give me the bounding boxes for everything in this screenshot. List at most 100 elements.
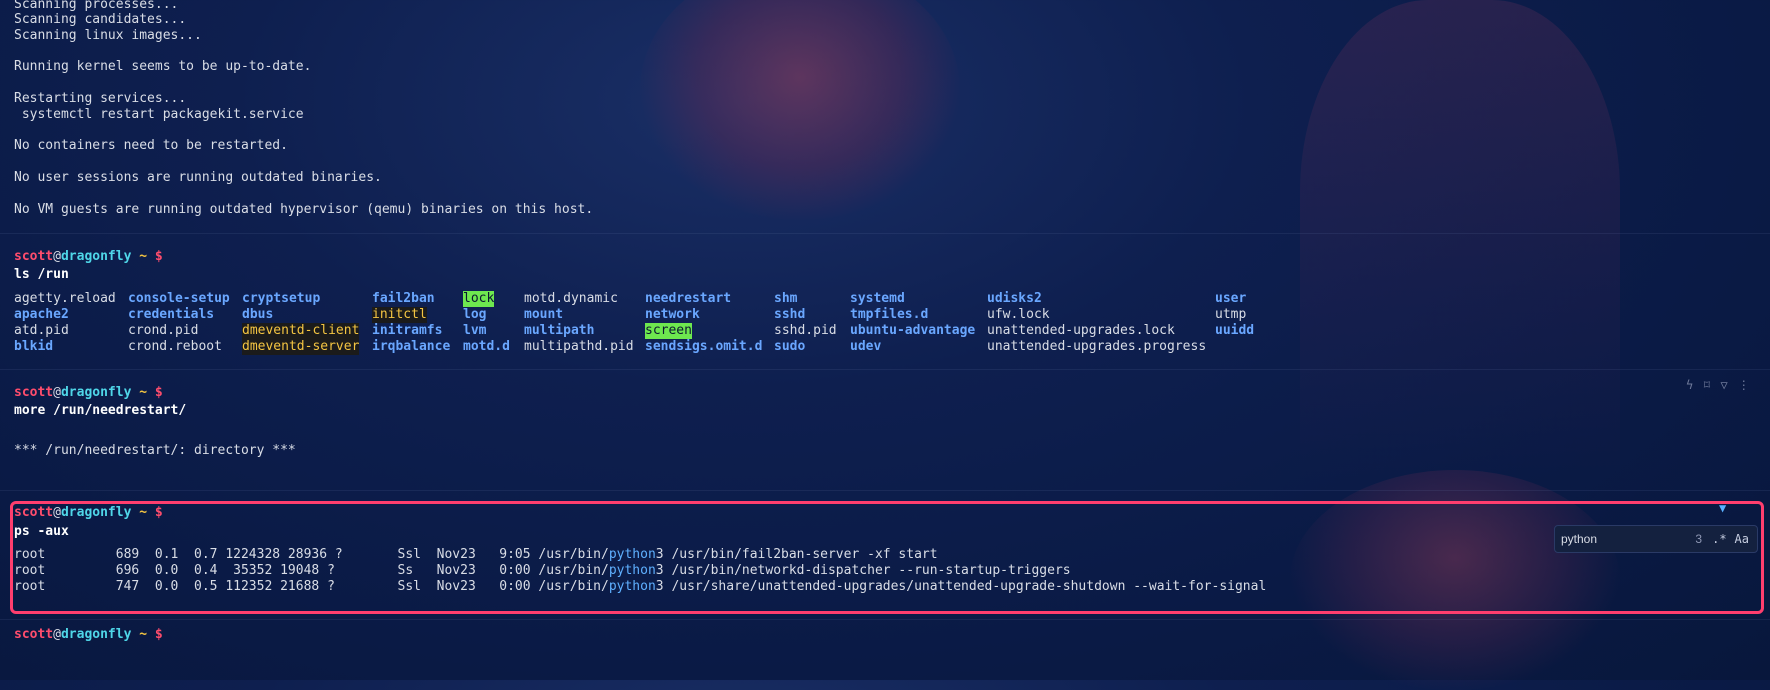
prompt-host: dragonfly (60, 249, 132, 264)
ls-entry: udisks2 (987, 291, 1042, 306)
ls-entry: uuidd (1215, 323, 1255, 338)
regex-toggle[interactable]: .* (1712, 532, 1726, 546)
ls-entry: motd.dynamic (524, 291, 618, 306)
prompt-user: scott (14, 627, 54, 642)
process-row: root 689 0.1 0.7 1224328 28936 ? Ssl Nov… (14, 547, 938, 563)
prompt-host: dragonfly (60, 505, 132, 520)
bolt-icon[interactable]: ϟ (1686, 378, 1693, 392)
block-separator (0, 233, 1770, 234)
output-line: Scanning linux images... (14, 28, 202, 43)
filter-icon[interactable]: ▽ (1720, 378, 1727, 392)
ls-entry: console-setup (128, 291, 230, 306)
prompt-host: dragonfly (60, 627, 132, 642)
search-match: python (608, 547, 656, 562)
output-line: Running kernel seems to be up-to-date. (14, 59, 312, 74)
ls-entry: crond.reboot (128, 339, 222, 354)
ls-entry: lvm (463, 323, 487, 338)
prompt-cwd: ~ (139, 385, 148, 400)
block-find-bar[interactable]: python 3 .* Aa (1554, 525, 1758, 553)
search-match: python (608, 563, 656, 578)
prompt-at: @ (53, 627, 61, 642)
process-info: root 747 0.0 0.5 112352 21688 ? Ssl Nov2… (14, 579, 609, 594)
prompt-symbol: $ (154, 627, 163, 642)
ls-entry: motd.d (463, 339, 510, 354)
find-input[interactable]: python (1555, 532, 1695, 546)
ls-entry: needrestart (645, 291, 732, 306)
ls-entry: dbus (242, 307, 274, 322)
block-separator (0, 369, 1770, 370)
output-line: No containers need to be restarted. (14, 138, 288, 153)
ls-entry: fail2ban (372, 291, 435, 306)
ls-entry: multipathd.pid (524, 339, 634, 354)
ls-entry: apache2 (14, 307, 69, 322)
ls-entry: unattended-upgrades.lock (987, 323, 1175, 338)
ls-entry: tmpfiles.d (850, 307, 929, 322)
output-line: Scanning candidates... (14, 12, 187, 27)
block-separator (0, 490, 1770, 491)
prompt-user: scott (14, 249, 54, 264)
ls-entry: crond.pid (128, 323, 199, 338)
prompt-host: dragonfly (60, 385, 132, 400)
prompt-cwd: ~ (139, 505, 148, 520)
process-row: root 747 0.0 0.5 112352 21688 ? Ssl Nov2… (14, 579, 1266, 595)
ls-entry: initctl (372, 307, 427, 323)
match-count: 3 (1695, 532, 1703, 546)
ls-entry: dmeventd-client (242, 323, 360, 339)
prompt-at: @ (53, 505, 61, 520)
ls-entry: lock (463, 291, 495, 307)
ls-entry: mount (524, 307, 564, 322)
command-text: more /run/needrestart/ (14, 403, 187, 418)
command-text: ls /run (14, 267, 69, 282)
output-line: systemctl restart packagekit.service (14, 107, 304, 122)
ls-entry: user (1215, 291, 1247, 306)
output-line: No user sessions are running outdated bi… (14, 170, 382, 185)
ls-entry: agetty.reload (14, 291, 116, 306)
output-line: Restarting services... (14, 91, 187, 106)
block-actions: ϟ ⌑ ▽ ⋮ (1676, 378, 1750, 392)
ls-entry: irqbalance (372, 339, 451, 354)
ls-entry: network (645, 307, 700, 322)
output-line: *** /run/needrestart/: directory *** (14, 443, 296, 458)
case-sensitive-toggle[interactable]: Aa (1735, 532, 1749, 546)
ls-entry: unattended-upgrades.progress (987, 339, 1207, 354)
output-line: No VM guests are running outdated hyperv… (14, 202, 594, 217)
process-args: 3 /usr/bin/fail2ban-server -xf start (655, 547, 938, 562)
prompt-user: scott (14, 385, 54, 400)
prompt: scott@dragonfly ~ $ (14, 385, 163, 401)
prompt-cwd: ~ (139, 627, 148, 642)
ls-entry: atd.pid (14, 323, 69, 338)
ls-entry: utmp (1215, 307, 1247, 322)
ls-entry: udev (850, 339, 882, 354)
ls-entry: credentials (128, 307, 215, 322)
prompt-at: @ (53, 385, 61, 400)
filter-icon[interactable]: ▼ (1719, 501, 1726, 515)
ls-entry: dmeventd-server (242, 339, 360, 355)
more-icon[interactable]: ⋮ (1738, 378, 1750, 392)
prompt: scott@dragonfly ~ $ (14, 249, 163, 265)
prompt: scott@dragonfly ~ $ (14, 505, 163, 521)
ls-entry: multipath (524, 323, 595, 338)
command-text: ps -aux (14, 524, 69, 539)
bookmark-icon[interactable]: ⌑ (1703, 378, 1710, 392)
prompt-cwd: ~ (139, 249, 148, 264)
active-prompt[interactable]: scott@dragonfly ~ $ (14, 627, 163, 643)
ls-entry: screen (645, 323, 692, 339)
background-jellyfish-tentacles (1300, 0, 1620, 480)
ls-entry: blkid (14, 339, 54, 354)
prompt-symbol: $ (154, 385, 163, 400)
ls-entry: ufw.lock (987, 307, 1050, 322)
ls-entry: log (463, 307, 487, 322)
process-args: 3 /usr/bin/networkd-dispatcher --run-sta… (655, 563, 1071, 578)
block-separator (0, 619, 1770, 620)
process-args: 3 /usr/share/unattended-upgrades/unatten… (655, 579, 1267, 594)
process-info: root 689 0.1 0.7 1224328 28936 ? Ssl Nov… (14, 547, 609, 562)
ls-entry: systemd (850, 291, 905, 306)
background-jellyfish (640, 0, 960, 220)
prompt-symbol: $ (154, 249, 163, 264)
ls-entry: sshd (774, 307, 806, 322)
search-match: python (608, 579, 656, 594)
ls-entry: initramfs (372, 323, 443, 338)
process-row: root 696 0.0 0.4 35352 19048 ? Ss Nov23 … (14, 563, 1071, 579)
ls-entry: cryptsetup (242, 291, 321, 306)
prompt-user: scott (14, 505, 54, 520)
